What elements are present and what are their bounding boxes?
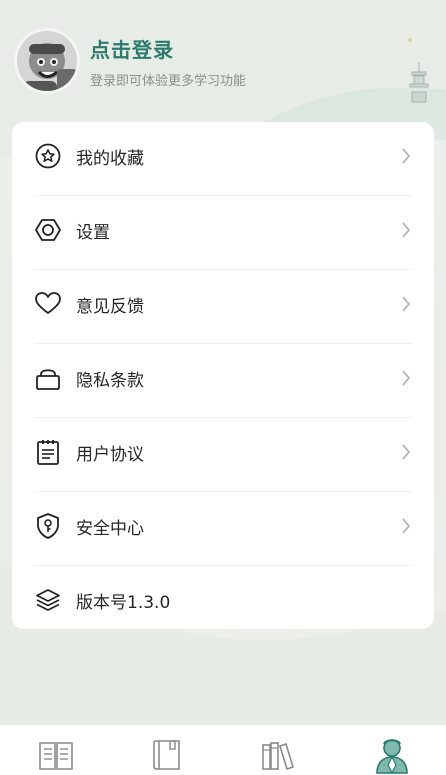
version-label: 版本号1.3.0 — [76, 593, 171, 613]
menu-item-label: 用户协议 — [76, 445, 144, 465]
clipboard-icon — [37, 440, 59, 465]
menu-item-label: 设置 — [76, 223, 110, 243]
tab-books[interactable] — [148, 735, 188, 775]
menu-item-label: 意见反馈 — [76, 297, 144, 317]
shield-key-icon — [37, 513, 59, 539]
login-header[interactable]: 点击登录 登录即可体验更多学习功能 — [14, 26, 434, 96]
menu-item-feedback[interactable]: 意见反馈 — [12, 270, 434, 344]
avatar-cartoon-icon — [17, 31, 77, 91]
menu-item-label: 安全中心 — [76, 519, 144, 539]
layers-icon — [36, 589, 60, 611]
login-subtitle: 登录即可体验更多学习功能 — [90, 73, 247, 89]
menu-item-label: 我的收藏 — [76, 149, 144, 169]
menu-card: 我的收藏 设置 意见反馈 隐私条款 用户协议 安全中心 版本号1.3.0 — [12, 122, 434, 629]
chevron-right-icon — [402, 370, 411, 386]
chevron-right-icon — [402, 222, 411, 238]
bookshelf-icon — [262, 742, 294, 771]
chevron-right-icon — [402, 148, 411, 164]
closed-book-icon — [153, 740, 180, 770]
star-circle-icon — [35, 143, 61, 169]
chevron-right-icon — [402, 444, 411, 460]
login-title[interactable]: 点击登录 — [90, 34, 246, 63]
avatar[interactable] — [14, 28, 80, 94]
tab-library[interactable] — [258, 735, 298, 775]
menu-item-version: 版本号1.3.0 — [12, 566, 434, 640]
tab-profile[interactable] — [372, 735, 412, 775]
menu-item-user-agreement[interactable]: 用户协议 — [12, 418, 434, 492]
menu-item-privacy[interactable]: 隐私条款 — [12, 344, 434, 418]
tab-reading[interactable] — [36, 735, 76, 775]
open-book-icon — [39, 742, 73, 770]
heart-icon — [35, 292, 61, 314]
menu-item-label: 隐私条款 — [76, 371, 144, 391]
menu-item-settings[interactable]: 设置 — [12, 196, 434, 270]
chevron-right-icon — [402, 296, 411, 312]
hexagon-settings-icon — [35, 219, 61, 241]
lock-icon — [36, 369, 60, 390]
menu-item-security-center[interactable]: 安全中心 — [12, 492, 434, 566]
bottom-tab-bar — [0, 724, 446, 775]
menu-item-favorites[interactable]: 我的收藏 — [12, 122, 434, 196]
chevron-right-icon — [402, 518, 411, 534]
profile-character-icon — [376, 739, 408, 775]
